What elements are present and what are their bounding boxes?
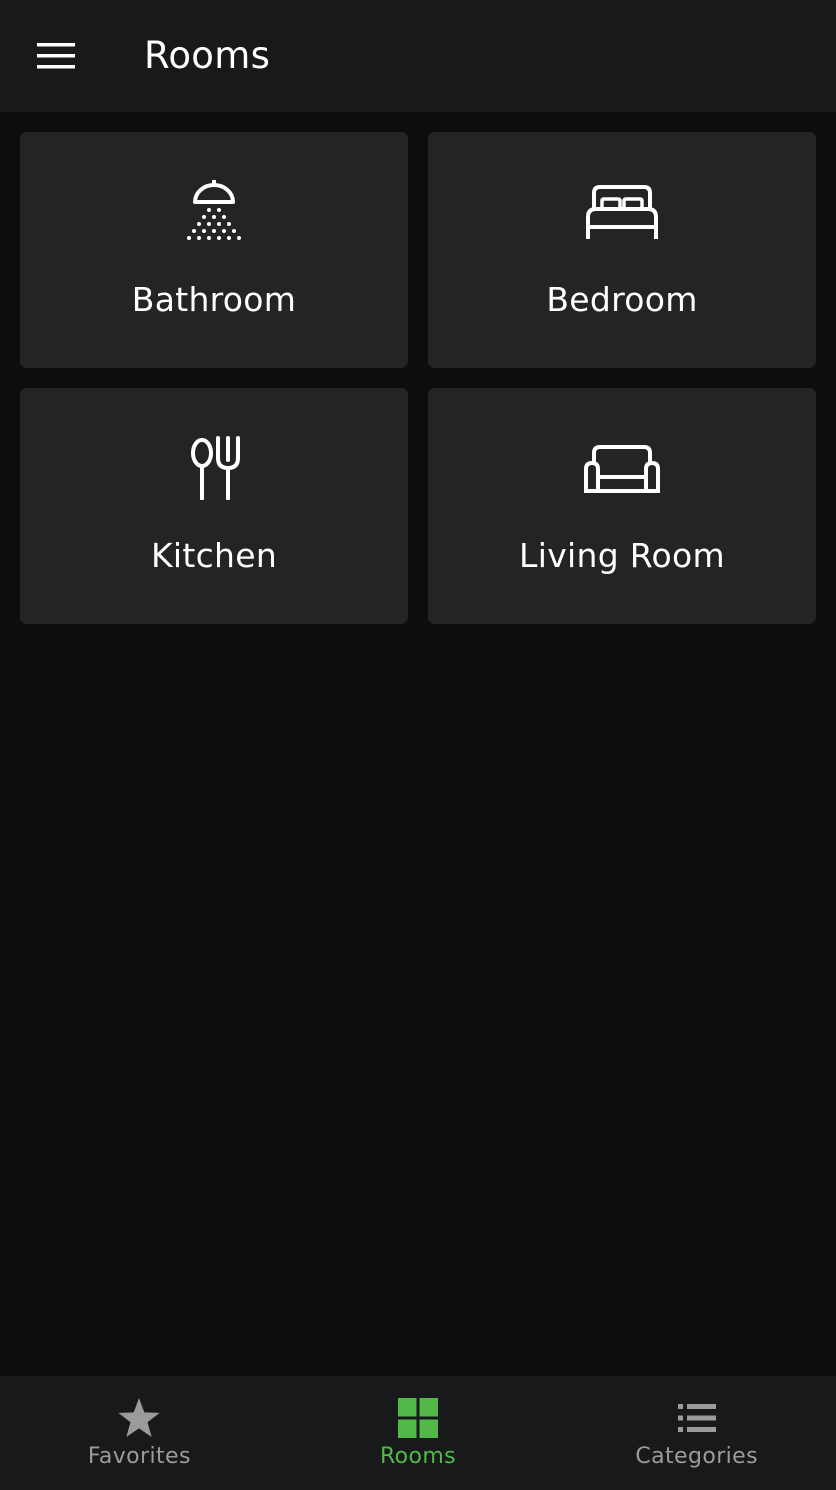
nav-label: Favorites: [87, 1444, 191, 1469]
room-label: Bedroom: [546, 280, 698, 319]
top-app-bar: Rooms: [0, 0, 836, 112]
room-label: Kitchen: [150, 536, 278, 575]
room-tile-living-room[interactable]: Living Room: [428, 388, 816, 624]
star-icon: [115, 1396, 163, 1440]
room-tile-kitchen[interactable]: Kitchen: [20, 388, 408, 624]
room-label: Bathroom: [131, 280, 297, 319]
menu-button[interactable]: [24, 32, 88, 80]
nav-item-favorites[interactable]: Favorites: [0, 1376, 279, 1490]
cutlery-icon: [174, 436, 254, 502]
rooms-grid: Bathroom Bedroom Kitchen Living Room: [20, 132, 816, 624]
list-icon: [673, 1396, 721, 1440]
bed-icon: [582, 180, 662, 246]
room-label: Living Room: [519, 536, 725, 575]
bottom-navigation: Favorites Rooms Categories: [0, 1376, 836, 1490]
grid-icon: [394, 1396, 442, 1440]
room-tile-bedroom[interactable]: Bedroom: [428, 132, 816, 368]
hamburger-menu-icon: [37, 43, 75, 69]
page-title: Rooms: [144, 34, 271, 77]
nav-label: Categories: [635, 1444, 758, 1469]
sofa-icon: [582, 436, 662, 502]
shower-icon: [174, 180, 254, 246]
nav-label: Rooms: [379, 1444, 457, 1469]
nav-item-rooms[interactable]: Rooms: [279, 1376, 558, 1490]
app-root: Rooms Bathroom Bedroom Kitchen Living Ro…: [0, 0, 836, 1490]
room-tile-bathroom[interactable]: Bathroom: [20, 132, 408, 368]
nav-item-categories[interactable]: Categories: [557, 1376, 836, 1490]
